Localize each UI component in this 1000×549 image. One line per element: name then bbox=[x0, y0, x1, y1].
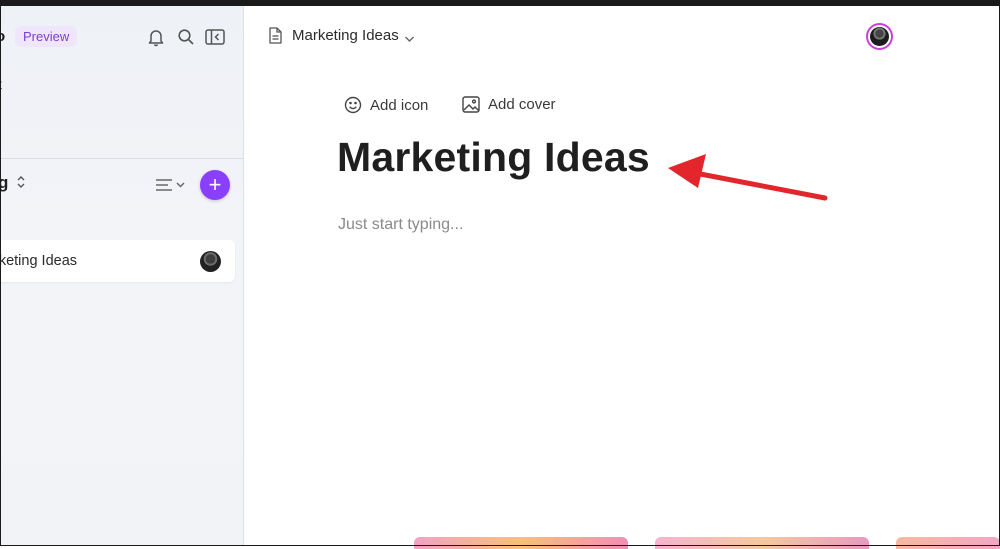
sidebar-divider bbox=[0, 158, 244, 159]
document-icon bbox=[268, 27, 282, 49]
add-cover-label: Add cover bbox=[488, 96, 556, 113]
add-icon-button[interactable]: Add icon bbox=[344, 96, 428, 114]
add-icon-label: Add icon bbox=[370, 96, 429, 114]
sort-pages-button[interactable] bbox=[154, 174, 188, 196]
page-author-avatar bbox=[200, 251, 221, 272]
preview-badge: Preview bbox=[15, 26, 78, 47]
add-cover-button[interactable]: Add cover bbox=[462, 96, 556, 113]
sidebar-collapse-icon[interactable] bbox=[205, 27, 225, 47]
sidebar-page-label: rketing Ideas bbox=[0, 253, 78, 269]
document-title[interactable]: Marketing Ideas bbox=[337, 134, 650, 181]
image-icon bbox=[462, 96, 480, 113]
plus-icon: + bbox=[208, 172, 222, 197]
workspace-switch-chevron-icon[interactable] bbox=[16, 174, 26, 195]
sidebar-nav-fragment[interactable]: t bbox=[0, 76, 2, 92]
app-name-fragment: o bbox=[0, 28, 6, 45]
bell-icon[interactable] bbox=[146, 27, 166, 47]
annotation-arrow bbox=[668, 154, 828, 201]
search-icon[interactable] bbox=[176, 27, 196, 47]
document-body-placeholder[interactable]: Just start typing... bbox=[338, 216, 463, 234]
user-avatar[interactable] bbox=[866, 23, 893, 50]
template-thumbnail[interactable] bbox=[655, 537, 869, 549]
chevron-down-icon[interactable] bbox=[404, 30, 415, 48]
template-thumbnail[interactable] bbox=[896, 537, 1000, 549]
add-page-button[interactable]: + bbox=[200, 170, 230, 200]
workspace-name-fragment[interactable]: g bbox=[0, 173, 8, 193]
smile-icon bbox=[344, 96, 362, 114]
sidebar-page-item[interactable]: rketing Ideas bbox=[0, 240, 235, 282]
breadcrumb-doc-title[interactable]: Marketing Ideas bbox=[292, 27, 399, 44]
template-thumbnail[interactable] bbox=[414, 537, 628, 549]
sort-lines-icon bbox=[156, 179, 185, 191]
sidebar: o Preview t g + rketing I bbox=[0, 0, 244, 546]
